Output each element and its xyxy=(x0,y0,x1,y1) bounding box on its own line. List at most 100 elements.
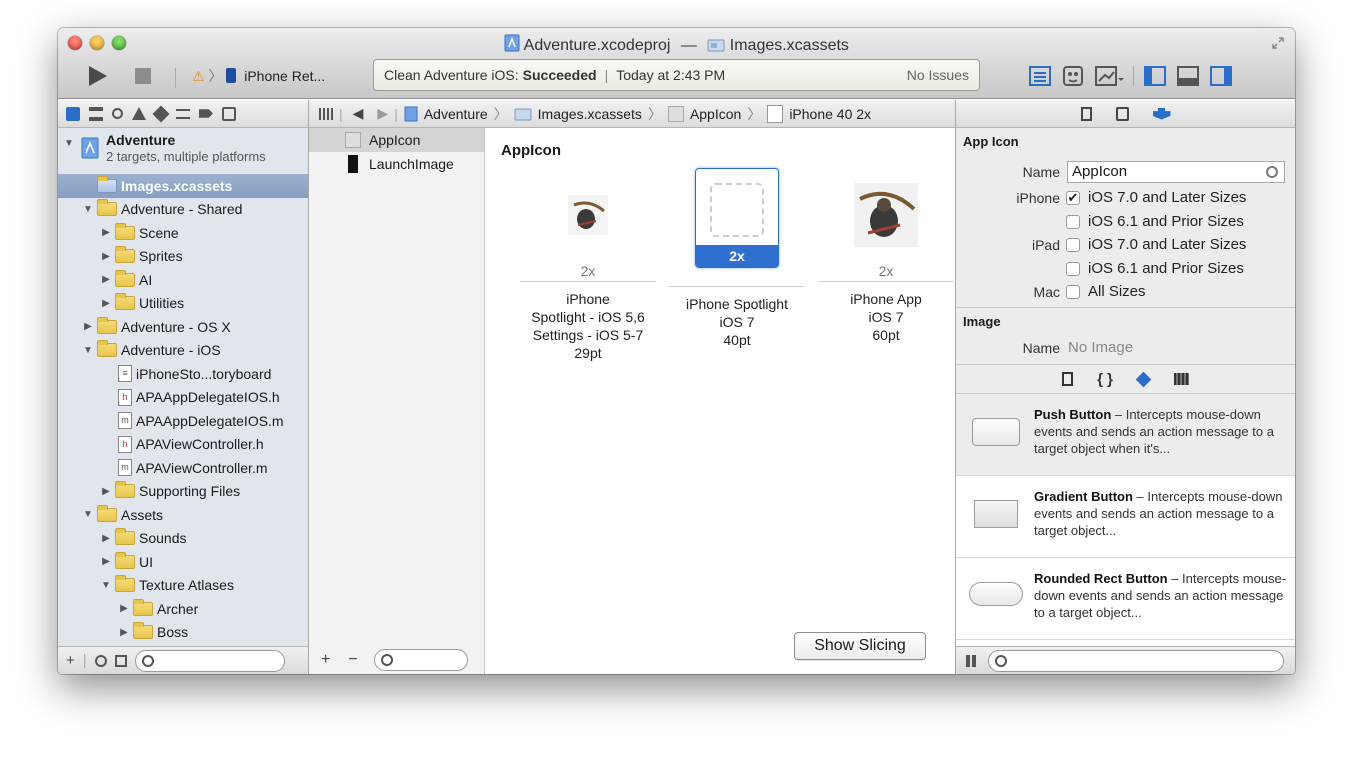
assistant-editor-icon[interactable] xyxy=(1061,64,1085,88)
activity-issues[interactable]: No Issues xyxy=(907,67,969,83)
navigator-row[interactable]: ▼ Assets xyxy=(58,503,308,527)
navigator-row[interactable]: ≡ iPhoneSto...toryboard xyxy=(58,362,308,386)
ipad-ios7-checkbox[interactable]: iOS 7.0 and Later Sizes xyxy=(1066,236,1246,253)
disclosure-triangle[interactable]: ▶ xyxy=(118,603,130,614)
disclosure-triangle[interactable]: ▼ xyxy=(82,204,94,215)
show-slicing-button[interactable]: Show Slicing xyxy=(794,632,926,660)
disclosure-triangle[interactable]: ▶ xyxy=(82,321,94,332)
log-navigator-icon[interactable] xyxy=(222,106,236,121)
icon-slot-29pt[interactable]: 2x iPhone Spotlight - iOS 5,6 Settings - i… xyxy=(520,170,656,362)
disclosure-triangle[interactable]: ▶ xyxy=(100,486,112,497)
navigator-toggle-icon[interactable] xyxy=(1143,64,1167,88)
selected-slot-well[interactable]: 2x xyxy=(695,168,779,268)
navigator-row[interactable]: ▼ Adventure - iOS xyxy=(58,339,308,363)
standard-editor-icon[interactable] xyxy=(1028,64,1052,88)
mac-all-sizes-checkbox[interactable]: All Sizes xyxy=(1066,283,1146,300)
set-filter-field[interactable] xyxy=(373,649,468,671)
navigator-row[interactable]: ▶ Archer xyxy=(58,597,308,621)
library-item-rounded-rect-button[interactable]: Rounded Rect Button – Intercepts mouse-d… xyxy=(956,558,1295,640)
iphone-ios6-checkbox[interactable]: iOS 6.1 and Prior Sizes xyxy=(1066,213,1244,230)
checkbox[interactable] xyxy=(1066,214,1080,229)
quick-help-icon[interactable] xyxy=(1115,106,1129,121)
checkbox[interactable] xyxy=(1066,261,1080,276)
debug-navigator-icon[interactable] xyxy=(176,108,190,119)
ipad-ios6-checkbox[interactable]: iOS 6.1 and Prior Sizes xyxy=(1066,260,1244,277)
related-items-icon[interactable] xyxy=(319,107,333,120)
run-icon[interactable] xyxy=(84,63,110,89)
navigator-row[interactable]: ▶ Sprites xyxy=(58,245,308,269)
icon-slot-60pt[interactable]: 2x iPhone App iOS 7 60pt xyxy=(818,170,954,344)
navigator-row[interactable]: ▶ Supporting Files xyxy=(58,480,308,504)
project-row[interactable]: ▼ Adventure 2 targets, multiple platform… xyxy=(58,130,308,174)
navigator-row[interactable]: h APAAppDelegateIOS.h xyxy=(58,386,308,410)
clear-field-icon[interactable] xyxy=(1266,166,1278,178)
crumb-xcassets[interactable]: Images.xcassets xyxy=(538,106,642,122)
grid-view-icon[interactable] xyxy=(966,654,978,667)
scheme-selector[interactable]: ⚠ 〉 iPhone Ret... xyxy=(192,66,325,86)
add-set-button[interactable]: + xyxy=(321,651,330,669)
navigator-row[interactable]: ▶ Sounds xyxy=(58,527,308,551)
navigator-row[interactable]: h APAViewController.h xyxy=(58,433,308,457)
activity-viewer[interactable]: Clean Adventure iOS: Succeeded | Today a… xyxy=(373,59,980,91)
crumb-project[interactable]: Adventure xyxy=(424,106,488,122)
utilities-toggle-icon[interactable] xyxy=(1209,64,1233,88)
disclosure-triangle[interactable]: ▼ xyxy=(82,345,94,356)
navigator-filter-field[interactable] xyxy=(134,649,285,672)
add-file-button[interactable]: + xyxy=(66,652,75,669)
disclosure-triangle[interactable]: ▶ xyxy=(100,556,112,567)
media-library-icon[interactable] xyxy=(1173,373,1189,385)
library-item-gradient-button[interactable]: Gradient Button – Intercepts mouse-down … xyxy=(956,476,1295,558)
recent-files-icon[interactable] xyxy=(94,654,107,667)
navigator-row[interactable]: m APAAppDelegateIOS.m xyxy=(58,409,308,433)
disclosure-triangle[interactable]: ▼ xyxy=(100,580,112,591)
navigator-row[interactable]: ▶ Adventure - OS X xyxy=(58,315,308,339)
issue-navigator-icon[interactable] xyxy=(132,107,146,120)
code-snippet-icon[interactable]: { } xyxy=(1097,371,1113,388)
attributes-inspector-icon[interactable] xyxy=(1152,107,1171,120)
disclosure-triangle[interactable]: ▶ xyxy=(100,298,112,309)
object-library-icon[interactable] xyxy=(1135,371,1152,387)
debug-area-toggle-icon[interactable] xyxy=(1176,64,1200,88)
disclosure-triangle[interactable]: ▼ xyxy=(82,509,94,520)
navigator-row[interactable]: ▶ AI xyxy=(58,268,308,292)
disclosure-triangle[interactable]: ▶ xyxy=(100,533,112,544)
navigator-row[interactable]: Images.xcassets xyxy=(58,174,308,198)
test-navigator-icon[interactable] xyxy=(152,105,170,122)
search-icon[interactable] xyxy=(112,108,123,119)
file-inspector-icon[interactable] xyxy=(1080,106,1092,121)
scm-filter-icon[interactable] xyxy=(114,654,127,667)
set-item-launchimage[interactable]: LaunchImage xyxy=(309,152,484,176)
disclosure-triangle[interactable]: ▶ xyxy=(100,274,112,285)
navigator-row[interactable]: ▶ Scene xyxy=(58,221,308,245)
set-item-appicon[interactable]: AppIcon xyxy=(309,128,484,152)
file-template-icon[interactable] xyxy=(1062,372,1074,386)
name-field[interactable]: AppIcon xyxy=(1067,161,1285,183)
stop-icon[interactable] xyxy=(130,63,156,89)
library-filter-field[interactable] xyxy=(988,649,1284,672)
project-navigator-icon[interactable] xyxy=(66,106,80,121)
navigator-row[interactable]: ▶ Utilities xyxy=(58,292,308,316)
disclosure-triangle[interactable]: ▶ xyxy=(118,627,130,638)
checkbox-checked[interactable]: ✔ xyxy=(1066,190,1080,205)
icon-slot-40pt[interactable]: 2x iPhone Spotlight iOS 7 40pt xyxy=(669,168,805,349)
library-item-push-button[interactable]: Push Button – Intercepts mouse-down even… xyxy=(956,394,1295,476)
navigator-row[interactable]: ▼ Texture Atlases xyxy=(58,574,308,598)
fullscreen-icon[interactable] xyxy=(1271,36,1285,50)
disclosure-triangle[interactable]: ▶ xyxy=(100,251,112,262)
navigator-row[interactable]: ▶ UI xyxy=(58,550,308,574)
checkbox[interactable] xyxy=(1066,237,1080,252)
checkbox[interactable] xyxy=(1066,284,1080,299)
navigator-row[interactable]: m APAViewController.m xyxy=(58,456,308,480)
breakpoint-navigator-icon[interactable] xyxy=(199,109,213,118)
remove-set-button[interactable]: − xyxy=(348,651,357,669)
navigator-row[interactable]: ▶ Boss xyxy=(58,621,308,645)
back-arrow-icon[interactable]: ◀ xyxy=(353,105,364,122)
navigator-row[interactable]: ▼ Adventure - Shared xyxy=(58,198,308,222)
forward-arrow-icon[interactable]: ▶ xyxy=(377,105,388,122)
disclosure-triangle[interactable]: ▼ xyxy=(64,138,76,149)
symbol-navigator-icon[interactable] xyxy=(89,106,103,121)
iphone-ios7-checkbox[interactable]: ✔ iOS 7.0 and Later Sizes xyxy=(1066,189,1246,206)
crumb-appicon[interactable]: AppIcon xyxy=(690,106,741,122)
crumb-slot[interactable]: iPhone 40 2x xyxy=(789,106,871,122)
disclosure-triangle[interactable]: ▶ xyxy=(100,227,112,238)
